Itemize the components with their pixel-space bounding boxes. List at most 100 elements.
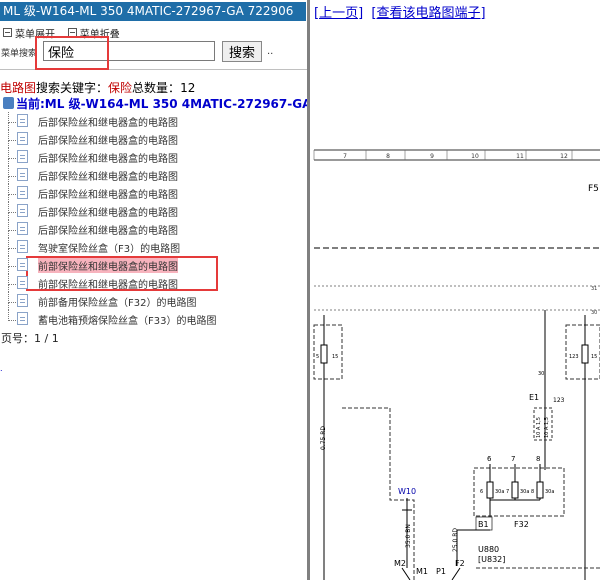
document-icon xyxy=(17,294,28,307)
e1-label: E1 xyxy=(529,393,539,402)
ruler-label: 8 xyxy=(386,153,390,160)
fuse-label: 5 xyxy=(316,354,319,360)
right-panel: [上一页] [查看该电路图端子] 7 8 9 10 11 12 F5 31 30… xyxy=(310,0,600,580)
list-item-label: 后部保险丝和继电器盒的电路图 xyxy=(38,172,178,183)
search-summary: 电路图搜索关键字：保险总数量：12 xyxy=(0,79,195,96)
wire-30-label: 30 xyxy=(591,310,597,316)
ruler-label: 10 xyxy=(471,153,479,160)
fuse-symbol xyxy=(320,344,328,364)
list-item-label: 蓄电池箱预熔保险丝盒（F33）的电路图 xyxy=(38,316,217,327)
tree-connector xyxy=(8,176,9,184)
wire xyxy=(401,567,411,580)
tree-connector xyxy=(8,166,16,177)
f2-label: F2 xyxy=(455,559,465,568)
tree-connector xyxy=(8,202,16,213)
tree-connector xyxy=(8,284,9,292)
tree-connector xyxy=(8,194,9,202)
search-button[interactable]: 搜索 xyxy=(222,41,262,62)
ruler-label: 9 xyxy=(430,153,434,160)
fuse-symbol xyxy=(581,344,589,364)
pager-value[interactable]: 1 / 1 xyxy=(34,332,59,345)
vehicle-icon xyxy=(3,97,14,109)
fuse-label: 15 xyxy=(332,354,338,360)
more-dots: .. xyxy=(267,46,274,57)
fuse-block-left xyxy=(313,324,343,380)
left-panel: ML 级-W164-ML 350 4MATIC-272967-GA 722906… xyxy=(0,0,324,580)
ruler-label: 11 xyxy=(516,153,524,160)
u832-label: [U832] xyxy=(478,555,505,564)
fuse-contact: 30a xyxy=(495,489,504,495)
tree-connector xyxy=(8,274,16,285)
search-label: 菜单搜索 xyxy=(1,49,38,59)
f32-pin: 6 xyxy=(487,455,492,463)
tree-connector xyxy=(8,248,9,256)
fuse-label: 6 xyxy=(480,489,483,495)
u880-label: U880 xyxy=(478,545,499,554)
circuit-diagram: 7 8 9 10 11 12 F5 31 30 5 15 0.75 RD 123… xyxy=(313,149,600,580)
fuse-label: 15 xyxy=(591,354,597,360)
tree-connector xyxy=(8,238,16,249)
fuse-label: 123 xyxy=(569,354,579,360)
wire xyxy=(451,567,461,580)
document-icon xyxy=(17,168,28,181)
list-item-label: 前部保险丝和继电器盒的电路图 xyxy=(38,258,178,273)
tree-connector xyxy=(8,310,16,321)
document-icon xyxy=(17,204,28,217)
e1-contact: 10 A 1,5 xyxy=(544,417,550,438)
wire-31-label: 31 xyxy=(591,286,597,292)
tree-connector xyxy=(8,230,9,238)
fuse-contact: 30a xyxy=(545,489,554,495)
tree-connector xyxy=(8,158,9,166)
list-item-label: 后部保险丝和继电器盒的电路图 xyxy=(38,136,178,147)
ruler-label: 12 xyxy=(560,153,568,160)
tree-connector xyxy=(8,256,16,267)
tree-connector xyxy=(8,112,16,123)
document-icon xyxy=(17,186,28,199)
fuse-contact: 30a xyxy=(520,489,529,495)
list-item-label: 后部保险丝和继电器盒的电路图 xyxy=(38,190,178,201)
w10-label: W10 xyxy=(398,487,416,496)
m2-label: M2 xyxy=(394,559,406,568)
tiny-link[interactable]: . xyxy=(0,364,3,373)
fuse-label: 7 xyxy=(506,489,509,495)
document-icon xyxy=(17,132,28,145)
b1-label: B1 xyxy=(478,520,489,529)
label-f5: F5 xyxy=(588,184,599,194)
document-icon xyxy=(17,240,28,253)
tree-connector xyxy=(8,220,16,231)
e1-contact: 10 A 1,5 xyxy=(536,417,542,438)
list-item-label: 后部保险丝和继电器盒的电路图 xyxy=(38,154,178,165)
m1-label: M1 xyxy=(416,567,428,576)
tree-connector xyxy=(8,184,16,195)
document-icon xyxy=(17,114,28,127)
document-icon xyxy=(17,150,28,163)
f32-pin: 8 xyxy=(536,455,540,463)
tree-root-label: 当前:ML 级-W164-ML 350 4MATIC-272967-GA 7 xyxy=(16,97,324,111)
summary-total-label: 总数量： xyxy=(132,81,181,95)
e1-number: 123 xyxy=(553,397,565,404)
wire-label-075rd: 0.75 RD xyxy=(320,426,327,450)
f32-label: F32 xyxy=(514,520,529,529)
tree-root[interactable]: 当前:ML 级-W164-ML 350 4MATIC-272967-GA 7 xyxy=(3,95,324,112)
list-item-label: 后部保险丝和继电器盒的电路图 xyxy=(38,226,178,237)
list-item-label: 驾驶室保险丝盒（F3）的电路图 xyxy=(38,244,181,255)
expand-icon xyxy=(3,28,12,37)
tree-connector xyxy=(8,148,16,159)
document-icon xyxy=(17,276,28,289)
wire-label-250rd: 25.0 RD xyxy=(452,528,459,552)
wire-label-350bn: 35.0 BN xyxy=(405,524,412,548)
document-icon xyxy=(17,312,28,325)
connector-label: 30 xyxy=(538,371,544,377)
fuse-label: 8 xyxy=(531,489,534,495)
list-item-label: 后部保险丝和继电器盒的电路图 xyxy=(38,208,178,219)
list-item-label: 前部保险丝和继电器盒的电路图 xyxy=(38,280,178,291)
summary-total: 12 xyxy=(180,81,196,95)
tree-connector xyxy=(8,292,16,303)
ruler-label: 7 xyxy=(343,153,347,160)
fuse-symbol xyxy=(486,481,494,499)
fuse-symbol xyxy=(536,481,544,499)
tree-connector xyxy=(8,266,9,274)
summary-keyword: 保险 xyxy=(108,81,133,95)
window-title: ML 级-W164-ML 350 4MATIC-272967-GA 722906 xyxy=(0,2,306,21)
list-item-label: 前部备用保险丝盒（F32）的电路图 xyxy=(38,298,197,309)
